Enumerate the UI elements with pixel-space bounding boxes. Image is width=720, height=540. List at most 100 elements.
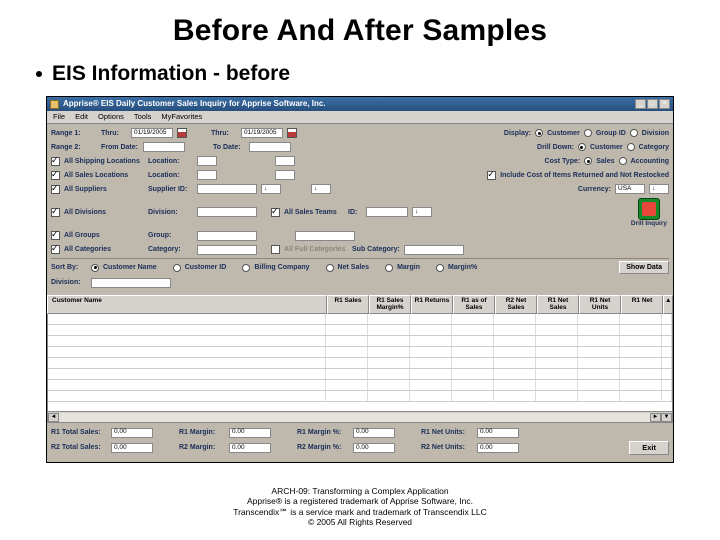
- display-label: Display:: [504, 130, 531, 137]
- range1-from-date[interactable]: 01/19/2005: [131, 128, 173, 138]
- supplier-lookup2[interactable]: ↓: [311, 184, 331, 194]
- menu-tools[interactable]: Tools: [134, 113, 152, 121]
- display-division-radio[interactable]: [630, 129, 638, 137]
- range2-label: Range 2:: [51, 144, 97, 151]
- division-bottom-label: Division:: [51, 279, 87, 286]
- range1-thru-label: Thru:: [101, 130, 127, 137]
- col-r1-net[interactable]: R1 Net: [621, 295, 663, 314]
- scrollbar-horizontal[interactable]: ◄ ► ▼: [47, 412, 673, 423]
- location-input[interactable]: [197, 156, 217, 166]
- group-input[interactable]: [197, 231, 257, 241]
- sort-custid-radio[interactable]: [173, 264, 181, 272]
- drill-inquiry-caption: Drill Inquiry: [631, 221, 667, 228]
- drilldown-category-radio[interactable]: [627, 143, 635, 151]
- show-data-button[interactable]: Show Data: [619, 261, 669, 274]
- sort-custname-radio[interactable]: [91, 264, 99, 272]
- sort-billing-radio[interactable]: [242, 264, 250, 272]
- category-label: Category:: [148, 246, 193, 253]
- menu-edit[interactable]: Edit: [75, 113, 88, 121]
- location2-input[interactable]: [197, 170, 217, 180]
- footnote-2: Apprise® is a registered trademark of Ap…: [0, 496, 720, 507]
- subcategory-label: Sub Category:: [352, 246, 400, 253]
- scroll-track[interactable]: [59, 413, 650, 422]
- table-row: [48, 358, 672, 369]
- display-group-radio[interactable]: [584, 129, 592, 137]
- sort-marginpct-radio[interactable]: [436, 264, 444, 272]
- display-customer-radio[interactable]: [535, 129, 543, 137]
- table-row: [48, 325, 672, 336]
- currency-lookup[interactable]: ↓: [649, 184, 669, 194]
- drilldown-label: Drill Down:: [537, 144, 574, 151]
- table-row: [48, 347, 672, 358]
- division-bottom-input[interactable]: [91, 278, 171, 288]
- salesid-input[interactable]: [366, 207, 408, 217]
- minimize-button[interactable]: _: [635, 99, 646, 109]
- category-input[interactable]: [197, 245, 257, 255]
- maximize-button[interactable]: □: [647, 99, 658, 109]
- drilldown-customer-radio[interactable]: [578, 143, 586, 151]
- chk-all-sales-teams[interactable]: [271, 208, 280, 217]
- range1-to-date[interactable]: 01/19/2005: [241, 128, 283, 138]
- supplier-id-input[interactable]: [197, 184, 257, 194]
- chk-include-cost[interactable]: [487, 171, 496, 180]
- col-r1-netsales[interactable]: R1 Net Sales: [537, 295, 579, 314]
- menu-file[interactable]: File: [53, 113, 65, 121]
- chk-all-divisions[interactable]: [51, 208, 60, 217]
- drill-inquiry-icon[interactable]: [638, 198, 660, 220]
- range1-to-label: Thru:: [211, 130, 237, 137]
- calendar-icon[interactable]: [287, 128, 297, 138]
- r1-total-sales-label: R1 Total Sales:: [51, 429, 107, 436]
- salesid-lookup[interactable]: ↓: [412, 207, 432, 217]
- location-to-input[interactable]: [275, 156, 295, 166]
- location2-to-input[interactable]: [275, 170, 295, 180]
- menubar: File Edit Options Tools MyFavorites: [47, 111, 673, 124]
- chk-all-suppliers[interactable]: [51, 185, 60, 194]
- menu-favorites[interactable]: MyFavorites: [161, 113, 202, 121]
- scroll-right-button[interactable]: ►: [650, 413, 661, 422]
- menu-options[interactable]: Options: [98, 113, 124, 121]
- chk-all-groups-label: All Groups: [64, 232, 144, 239]
- chk-all-shipping-label: All Shipping Locations: [64, 158, 144, 165]
- col-r2-netsales[interactable]: R2 Net Sales: [495, 295, 537, 314]
- col-customer-name[interactable]: Customer Name: [47, 295, 327, 314]
- costtype-sales-radio[interactable]: [584, 157, 592, 165]
- col-r1-sales[interactable]: R1 Sales: [327, 295, 369, 314]
- sort-netsales-radio[interactable]: [326, 264, 334, 272]
- sort-netsales-label: Net Sales: [338, 264, 370, 271]
- scroll-down-button[interactable]: ▼: [661, 413, 672, 422]
- chk-all-categories[interactable]: [51, 245, 60, 254]
- currency-input[interactable]: USA: [615, 184, 645, 194]
- supplier-id-label: Supplier ID:: [148, 186, 193, 193]
- sort-margin-radio[interactable]: [385, 264, 393, 272]
- scroll-up-button[interactable]: ▲: [663, 295, 673, 314]
- group-to-input[interactable]: [295, 231, 355, 241]
- r1-margin-value: 0.00: [229, 428, 271, 438]
- sort-margin-label: Margin: [397, 264, 420, 271]
- costtype-accounting-radio[interactable]: [619, 157, 627, 165]
- col-r1-asof[interactable]: R1 as of Sales: [453, 295, 495, 314]
- titlebar: Apprise® EIS Daily Customer Sales Inquir…: [47, 97, 673, 111]
- close-button[interactable]: ×: [659, 99, 670, 109]
- chk-all-shipping[interactable]: [51, 157, 60, 166]
- r2-margin-label: R2 Margin:: [179, 444, 225, 451]
- division-input[interactable]: [197, 207, 257, 217]
- col-r1-netunits[interactable]: R1 Net Units: [579, 295, 621, 314]
- col-r1-margin[interactable]: R1 Sales Margin%: [369, 295, 411, 314]
- exit-button[interactable]: Exit: [629, 441, 669, 455]
- calendar-icon[interactable]: [177, 128, 187, 138]
- col-r1-returns[interactable]: R1 Returns: [411, 295, 453, 314]
- range2-to-date[interactable]: [249, 142, 291, 152]
- group-label: Group:: [148, 232, 193, 239]
- supplier-lookup[interactable]: ↓: [261, 184, 281, 194]
- app-icon: [50, 100, 59, 109]
- r1-marginpct-value: 0.00: [353, 428, 395, 438]
- chk-all-full-categories[interactable]: [271, 245, 280, 254]
- range2-from-date[interactable]: [143, 142, 185, 152]
- subcategory-input[interactable]: [404, 245, 464, 255]
- chk-all-groups[interactable]: [51, 231, 60, 240]
- r2-marginpct-label: R2 Margin %:: [297, 444, 349, 451]
- scroll-left-button[interactable]: ◄: [48, 413, 59, 422]
- chk-all-sales-loc[interactable]: [51, 171, 60, 180]
- range2-from-label: From Date:: [101, 144, 139, 151]
- salesid-label: ID:: [348, 209, 362, 216]
